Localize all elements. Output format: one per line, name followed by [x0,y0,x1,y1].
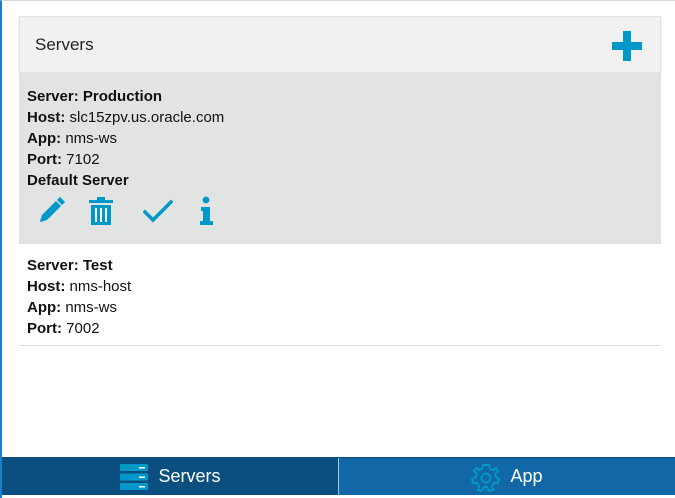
port-label: Port: [27,151,62,168]
port-line: Port: 7002 [27,318,653,339]
server-label: Server: [27,88,79,105]
server-name: Test [82,257,113,274]
port-value: 7102 [66,151,100,168]
server-item-production[interactable]: Server: Production Host: slc15zpv.us.ora… [19,73,661,244]
app-value: nms-ws [65,299,117,316]
port-value: 7002 [66,320,100,337]
app-line: App: nms-ws [27,297,653,318]
host-line: Host: slc15zpv.us.oracle.com [27,107,653,128]
tab-app[interactable]: App [338,458,675,495]
server-list: Server: Production Host: slc15zpv.us.ora… [19,73,661,346]
host-label: Host: [27,109,66,126]
checkmark-icon[interactable] [143,196,173,226]
tab-servers-label: Servers [158,466,221,486]
panel-title: Servers [35,35,94,54]
gear-icon [471,463,501,492]
default-server-label: Default Server [27,172,129,189]
app-line: App: nms-ws [27,128,653,149]
port-line: Port: 7102 [27,149,653,170]
host-value: nms-host [69,278,132,295]
host-line: Host: nms-host [27,276,653,297]
server-label: Server: [27,257,79,274]
server-item-test[interactable]: Server: Test Host: nms-host App: nms-ws … [19,244,661,346]
server-name: Production [82,88,163,105]
port-label: Port: [27,320,62,337]
panel-header: Servers [19,16,661,73]
app-value: nms-ws [65,130,117,147]
plus-icon[interactable] [612,31,642,61]
trash-icon[interactable] [86,196,116,226]
app-label: App: [27,130,62,147]
server-actions [27,196,653,232]
server-name-line: Server: Test [27,255,653,276]
host-value: slc15zpv.us.oracle.com [69,109,225,126]
servers-panel: Servers Server: Production Host: slc15zp… [19,16,661,346]
bottom-tab-bar: Servers App [2,457,675,495]
info-icon[interactable] [191,196,221,226]
tab-app-label: App [510,466,543,486]
pencil-icon[interactable] [36,196,66,226]
tab-servers[interactable]: Servers [2,458,338,495]
app-frame: Servers Server: Production Host: slc15zp… [0,0,675,498]
app-label: App: [27,299,62,316]
host-label: Host: [27,278,66,295]
servers-icon [120,463,149,490]
server-name-line: Server: Production [27,86,653,107]
